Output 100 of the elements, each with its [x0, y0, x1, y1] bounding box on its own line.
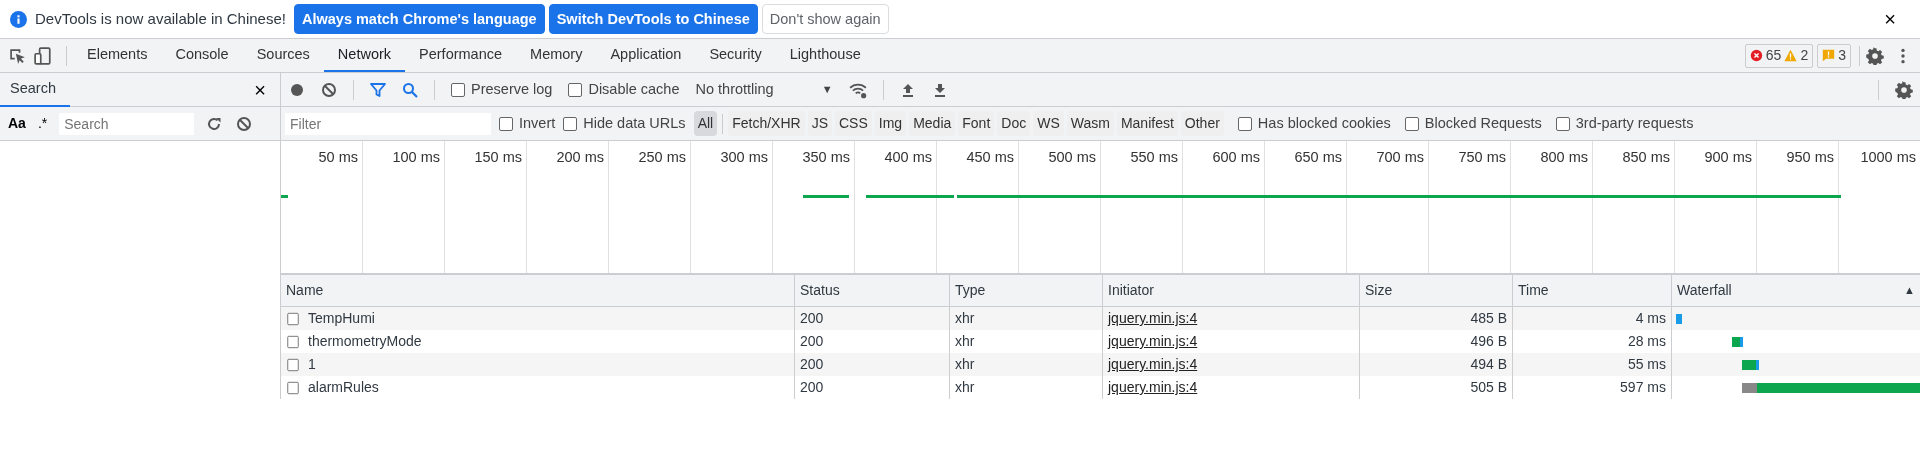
size-cell-text: 494 B: [1470, 355, 1507, 374]
settings-icon[interactable]: [1866, 46, 1884, 65]
waterfall-bar: [1676, 313, 1682, 324]
panel-tab[interactable]: Elements: [73, 39, 162, 72]
status-cell-text: 200: [800, 355, 824, 374]
document-icon: [286, 357, 300, 372]
error-warning-counter[interactable]: 65 2: [1744, 43, 1814, 68]
filter-icon[interactable]: [370, 81, 386, 98]
column-header[interactable]: Size: [1365, 280, 1393, 301]
close-button[interactable]: ×: [1878, 3, 1902, 35]
search-icon[interactable]: [402, 81, 418, 98]
filter-field[interactable]: Filter: [285, 112, 491, 135]
panel-tab[interactable]: Sources: [242, 39, 324, 72]
initiator-link[interactable]: jquery.min.js:4: [1108, 331, 1198, 352]
document-icon: [286, 311, 300, 326]
column-header[interactable]: Name: [286, 280, 324, 301]
clear-icon[interactable]: [236, 115, 253, 132]
tick-label: 800 ms: [1540, 149, 1588, 165]
panel-tab[interactable]: Security: [695, 39, 776, 72]
initiator-link[interactable]: jquery.min.js:4: [1108, 377, 1198, 398]
resource-type-filter[interactable]: Doc: [997, 111, 1031, 136]
error-icon: [1749, 49, 1763, 62]
column-header[interactable]: Waterfall: [1677, 280, 1732, 301]
resource-type-filter[interactable]: CSS: [835, 111, 872, 136]
resource-type-filter[interactable]: Font: [958, 111, 995, 136]
status-cell-text: 200: [800, 332, 824, 351]
settings-icon[interactable]: [1895, 80, 1913, 99]
panel-tab[interactable]: Lighthouse: [775, 39, 875, 72]
language-button[interactable]: Switch DevTools to Chinese: [548, 4, 758, 34]
checkbox-option[interactable]: 3rd-party requests: [1555, 112, 1694, 135]
column-header[interactable]: Time: [1518, 280, 1549, 301]
checkbox-option[interactable]: Invert: [499, 112, 556, 135]
tick-label: 200 ms: [556, 149, 604, 165]
dismiss-button[interactable]: Don't show again: [761, 4, 889, 34]
resource-type-filter[interactable]: Media: [909, 111, 956, 136]
panel-tab[interactable]: Memory: [516, 39, 597, 72]
type-cell-text: xhr: [955, 378, 975, 397]
request-name[interactable]: thermometryMode: [308, 331, 422, 352]
time-cell-text: 28 ms: [1627, 332, 1666, 351]
resource-type-filter[interactable]: Other: [1180, 111, 1224, 136]
status-cell-text: 200: [800, 309, 824, 328]
resource-type-filter[interactable]: Manifest: [1116, 111, 1178, 136]
request-name[interactable]: alarmRules: [308, 377, 379, 398]
panel-tab[interactable]: Performance: [405, 39, 517, 72]
close-button[interactable]: ×: [248, 73, 272, 106]
timeline-bar: [281, 195, 288, 198]
issue-icon: [1822, 49, 1836, 62]
time-cell-text: 55 ms: [1627, 355, 1666, 374]
regex-toggle[interactable]: .*: [37, 113, 48, 134]
info-message: DevTools is now available in Chinese!: [35, 8, 286, 29]
throttling-dropdown[interactable]: No throttling ▼: [695, 78, 833, 101]
tick-label: 850 ms: [1622, 149, 1670, 165]
sort-indicator[interactable]: ▲: [1904, 282, 1915, 299]
panel-tab[interactable]: Console: [161, 39, 243, 72]
tick-label: 1000 ms: [1860, 149, 1916, 165]
resource-type-filter[interactable]: Fetch/XHR: [728, 111, 805, 136]
size-cell-text: 496 B: [1470, 332, 1507, 351]
type-cell-text: xhr: [955, 332, 975, 351]
tick-label: 700 ms: [1376, 149, 1424, 165]
tick-label: 250 ms: [638, 149, 686, 165]
tick-label: 150 ms: [474, 149, 522, 165]
checkbox-option[interactable]: Preserve log: [451, 78, 553, 101]
tick-label: 100 ms: [392, 149, 440, 165]
search-field[interactable]: Search: [59, 112, 195, 135]
tick-label: 650 ms: [1294, 149, 1342, 165]
resource-type-filter[interactable]: All: [693, 111, 718, 136]
request-name[interactable]: TempHumi: [308, 308, 375, 329]
column-header[interactable]: Type: [955, 280, 986, 301]
record-icon[interactable]: [289, 81, 305, 98]
issues-counter[interactable]: 3: [1817, 43, 1851, 68]
size-cell-text: 485 B: [1470, 309, 1507, 328]
checkbox-option[interactable]: Disable cache: [568, 78, 680, 101]
tick-label: 950 ms: [1786, 149, 1834, 165]
warning-icon: [1784, 49, 1798, 62]
tick-label: 900 ms: [1704, 149, 1752, 165]
info-icon: [10, 10, 27, 28]
type-cell-text: xhr: [955, 355, 975, 374]
match-case-toggle[interactable]: Aa: [8, 113, 26, 134]
column-header[interactable]: Initiator: [1108, 280, 1154, 301]
checkbox-option[interactable]: Hide data URLs: [563, 112, 686, 135]
resource-type-filter[interactable]: Wasm: [1066, 111, 1114, 136]
resource-type-filter[interactable]: Img: [874, 111, 907, 136]
device-icon[interactable]: [34, 46, 52, 65]
refresh-icon[interactable]: [206, 115, 223, 132]
language-button[interactable]: Always match Chrome's language: [293, 4, 545, 34]
time-cell-text: 597 ms: [1620, 378, 1666, 397]
inspect-icon[interactable]: [8, 46, 26, 65]
time-cell-text: 4 ms: [1635, 309, 1666, 328]
resource-type-filter[interactable]: JS: [807, 111, 832, 136]
column-header[interactable]: Status: [800, 280, 840, 301]
size-cell-text: 505 B: [1470, 378, 1507, 397]
tick-label: 300 ms: [720, 149, 768, 165]
checkbox-option[interactable]: Blocked Requests: [1404, 112, 1542, 135]
resource-type-filter[interactable]: WS: [1033, 111, 1064, 136]
status-cell-text: 200: [800, 378, 824, 397]
checkbox-option[interactable]: Has blocked cookies: [1237, 112, 1391, 135]
clear-icon[interactable]: [321, 81, 337, 98]
panel-tab[interactable]: Application: [596, 39, 696, 72]
request-name[interactable]: 1: [308, 354, 316, 375]
tick-label: 600 ms: [1212, 149, 1260, 165]
